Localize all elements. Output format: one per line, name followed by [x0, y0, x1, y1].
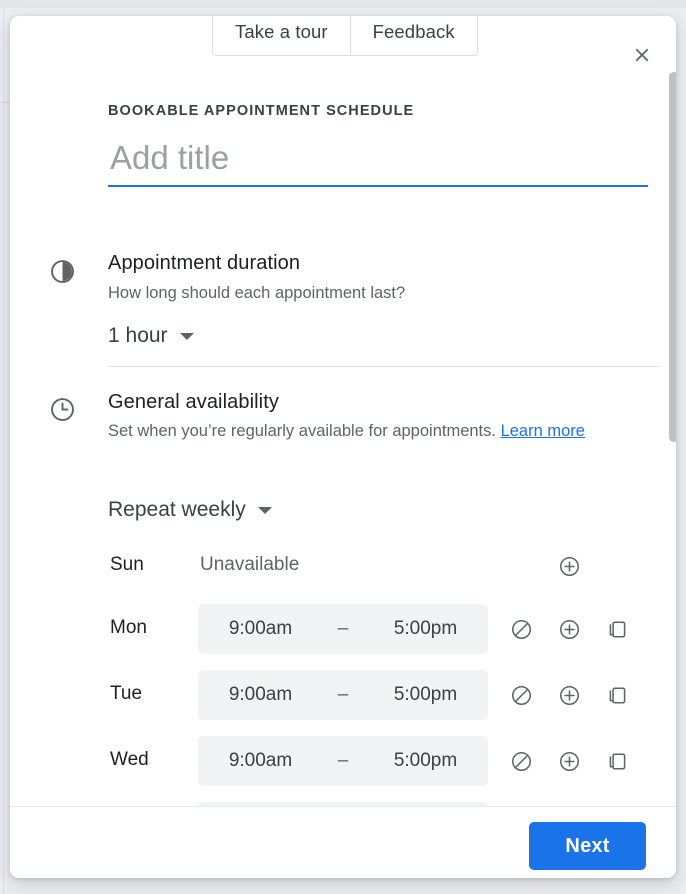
day-row-wed: Wed 9:00am – 5:00pm [108, 733, 659, 789]
close-icon [631, 44, 653, 69]
chevron-down-icon [258, 507, 272, 514]
add-availability-button[interactable] [552, 744, 586, 778]
dialog-header: Take a tour Feedback [10, 16, 676, 78]
feedback-button[interactable]: Feedback [350, 16, 477, 55]
title-field-wrapper [108, 135, 648, 187]
day-label: Wed [110, 749, 149, 771]
header-button-group: Take a tour Feedback [212, 16, 478, 56]
block-availability-button[interactable] [504, 678, 538, 712]
general-availability-subtext: Set when you’re regularly available for … [108, 418, 653, 445]
add-availability-button[interactable] [552, 678, 586, 712]
end-time[interactable]: 5:00pm [363, 670, 488, 720]
block-availability-button[interactable] [504, 612, 538, 646]
start-time[interactable]: 9:00am [198, 736, 323, 786]
time-range-field: 9:00am – 5:00pm [198, 736, 488, 786]
repeat-select-value: Repeat weekly [108, 498, 246, 522]
chevron-down-icon [180, 333, 194, 340]
day-label: Sun [110, 554, 144, 576]
scrollbar-thumb[interactable] [669, 72, 676, 442]
section-eyebrow: BOOKABLE APPOINTMENT SCHEDULE [108, 103, 414, 119]
duplicate-availability-button[interactable] [600, 612, 634, 646]
half-filled-circle-icon [48, 257, 76, 285]
day-label: Mon [110, 617, 147, 639]
duplicate-availability-button[interactable] [600, 744, 634, 778]
appointment-duration-heading: Appointment duration [108, 252, 300, 275]
dialog-footer: Next [10, 806, 676, 878]
general-availability-heading: General availability [108, 391, 279, 414]
background-vertical-rule [3, 8, 4, 894]
duration-select-value: 1 hour [108, 324, 168, 348]
appointment-duration-subtext: How long should each appointment last? [108, 280, 653, 307]
time-range-dash: – [323, 618, 363, 640]
clock-icon [48, 395, 76, 423]
next-button[interactable]: Next [529, 822, 646, 870]
appointment-schedule-dialog: Take a tour Feedback BOOKABLE APPOINTMEN… [10, 16, 676, 878]
duplicate-availability-button[interactable] [600, 678, 634, 712]
availability-subtext-text: Set when you’re regularly available for … [108, 422, 501, 440]
unavailable-label: Unavailable [200, 554, 299, 576]
start-time[interactable]: 9:00am [198, 670, 323, 720]
dialog-scroll-body[interactable]: BOOKABLE APPOINTMENT SCHEDULE Appointmen… [10, 70, 676, 806]
day-label: Tue [110, 683, 142, 705]
repeat-select[interactable]: Repeat weekly [106, 494, 278, 526]
title-input[interactable] [108, 135, 648, 187]
day-row-thu: Thu 9:00am – 5:00pm [108, 799, 659, 806]
end-time[interactable]: 5:00pm [363, 736, 488, 786]
take-a-tour-button[interactable]: Take a tour [213, 16, 350, 55]
learn-more-link[interactable]: Learn more [501, 422, 585, 440]
day-row-sun: Sun Unavailable [108, 538, 659, 594]
day-row-tue: Tue 9:00am – 5:00pm [108, 667, 659, 723]
background-top-strip [0, 0, 686, 8]
time-range-field: 9:00am – 5:00pm [198, 670, 488, 720]
scrollbar-track[interactable] [665, 72, 676, 806]
time-range-dash: – [323, 750, 363, 772]
add-availability-button[interactable] [552, 612, 586, 646]
day-row-mon: Mon 9:00am – 5:00pm [108, 601, 659, 657]
end-time[interactable]: 5:00pm [363, 604, 488, 654]
duration-select[interactable]: 1 hour [106, 320, 200, 352]
screen: Take a tour Feedback BOOKABLE APPOINTMEN… [0, 0, 686, 894]
add-availability-button[interactable] [552, 549, 586, 583]
time-range-dash: – [323, 684, 363, 706]
block-availability-button[interactable] [504, 744, 538, 778]
start-time[interactable]: 9:00am [198, 604, 323, 654]
section-divider [108, 366, 659, 367]
time-range-field: 9:00am – 5:00pm [198, 604, 488, 654]
